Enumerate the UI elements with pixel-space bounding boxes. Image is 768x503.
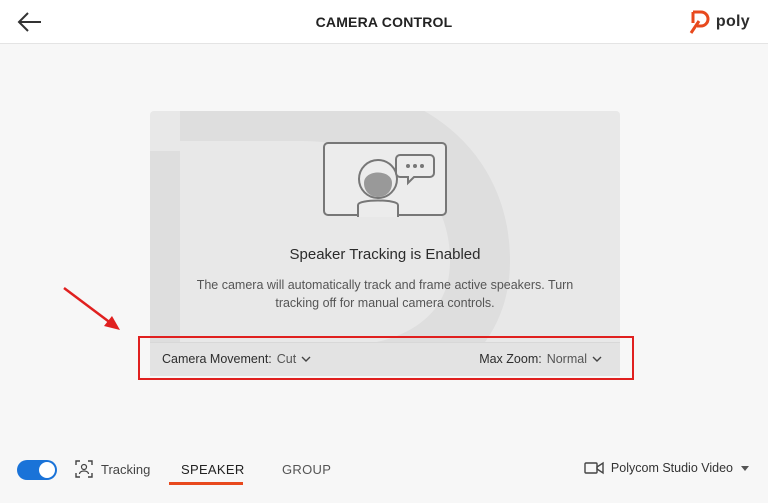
annotation-highlight-box	[138, 336, 634, 380]
chevron-down-icon	[741, 465, 749, 471]
tab-speaker[interactable]: SPEAKER	[181, 462, 245, 477]
tracking-toggle[interactable]	[17, 460, 57, 480]
speaker-on-screen-icon	[323, 142, 447, 217]
tracking-description: The camera will automatically track and …	[196, 278, 574, 310]
header-bar: CAMERA CONTROL poly	[0, 0, 768, 44]
device-selector[interactable]: Polycom Studio Video	[584, 461, 750, 475]
brand-name: poly	[715, 13, 750, 30]
annotation-arrow-icon	[63, 287, 120, 330]
page-title: CAMERA CONTROL	[315, 14, 453, 30]
bottom-bar: Tracking SPEAKER GROUP Polycom Studio Vi…	[0, 448, 768, 492]
tracking-label: Tracking	[101, 461, 151, 477]
tab-group[interactable]: GROUP	[282, 462, 331, 477]
tracking-frame-icon	[75, 460, 93, 478]
device-label: Polycom Studio Video	[610, 461, 733, 475]
tracking-enabled-heading: Speaker Tracking is Enabled	[289, 246, 481, 263]
active-tab-indicator	[169, 482, 243, 485]
brand: poly	[688, 7, 750, 37]
video-camera-icon	[584, 461, 604, 475]
toggle-knob	[39, 462, 55, 478]
poly-logo-icon	[689, 10, 710, 34]
tracking-button[interactable]: Tracking	[74, 459, 150, 479]
